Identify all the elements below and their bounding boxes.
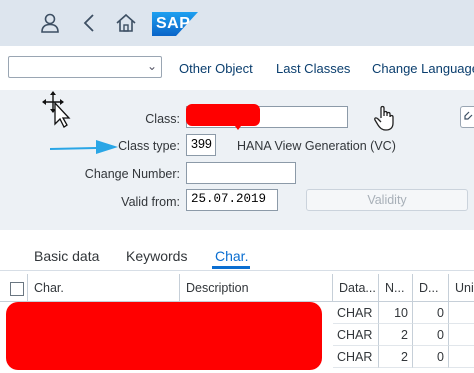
chevron-down-icon: ⌄ — [146, 59, 157, 73]
sap-logo[interactable]: SAP — [152, 12, 198, 36]
select-all-checkbox[interactable] — [10, 282, 24, 296]
select-all-cell — [0, 274, 28, 302]
home-icon[interactable] — [114, 11, 138, 35]
hand-cursor-icon — [372, 104, 398, 132]
header-d[interactable]: D... — [413, 274, 449, 302]
header-data-type[interactable]: Data... — [333, 274, 379, 302]
tab-char[interactable]: Char. — [215, 248, 248, 264]
header-char[interactable]: Char. — [28, 274, 180, 302]
class-label: Class: — [145, 112, 180, 126]
change-number-label: Change Number: — [84, 167, 180, 181]
cell-d: 0 — [413, 302, 449, 324]
class-type-input[interactable]: 399 — [186, 134, 216, 156]
active-tab-indicator — [212, 266, 250, 269]
validity-button[interactable]: Validity — [306, 189, 468, 211]
cell-data-type: CHAR — [333, 324, 379, 346]
toolbar: ⌄ Other Object Last Classes Change Langu… — [0, 46, 474, 91]
cell-data-type: CHAR — [333, 302, 379, 324]
valid-from-label: Valid from: — [121, 195, 180, 209]
characteristics-table: Char. Description Data... N... D... Uni … — [0, 274, 474, 373]
redaction-pointer — [232, 122, 244, 130]
last-classes-link[interactable]: Last Classes — [276, 61, 350, 76]
other-object-link[interactable]: Other Object — [179, 61, 253, 76]
cell-unit — [449, 346, 474, 368]
cell-d: 0 — [413, 346, 449, 368]
cell-data-type: CHAR — [333, 346, 379, 368]
class-type-label: Class type: — [118, 139, 180, 153]
cell-unit — [449, 324, 474, 346]
cell-n: 10 — [379, 302, 413, 324]
header-n[interactable]: N... — [379, 274, 413, 302]
user-icon[interactable] — [38, 11, 62, 35]
cell-n: 2 — [379, 346, 413, 368]
display-button[interactable] — [460, 106, 474, 128]
object-select[interactable]: ⌄ — [8, 56, 162, 78]
header-description[interactable]: Description — [180, 274, 333, 302]
cell-d: 0 — [413, 324, 449, 346]
change-number-input[interactable] — [186, 162, 296, 184]
redaction-box — [186, 104, 260, 126]
cell-unit — [449, 302, 474, 324]
logo-text: SAP — [156, 15, 191, 32]
tab-keywords[interactable]: Keywords — [126, 248, 187, 264]
change-language-link[interactable]: Change Language — [372, 61, 474, 76]
move-cursor-icon — [40, 90, 74, 130]
back-icon[interactable] — [78, 11, 102, 35]
cell-n: 2 — [379, 324, 413, 346]
shell-bar: SAP — [0, 0, 474, 46]
tab-basic-data[interactable]: Basic data — [34, 248, 99, 264]
class-type-description: HANA View Generation (VC) — [237, 139, 396, 153]
valid-from-input[interactable]: 25.07.2019 — [186, 189, 278, 211]
table-redaction-box — [6, 302, 322, 370]
header-unit[interactable]: Uni — [449, 274, 474, 302]
